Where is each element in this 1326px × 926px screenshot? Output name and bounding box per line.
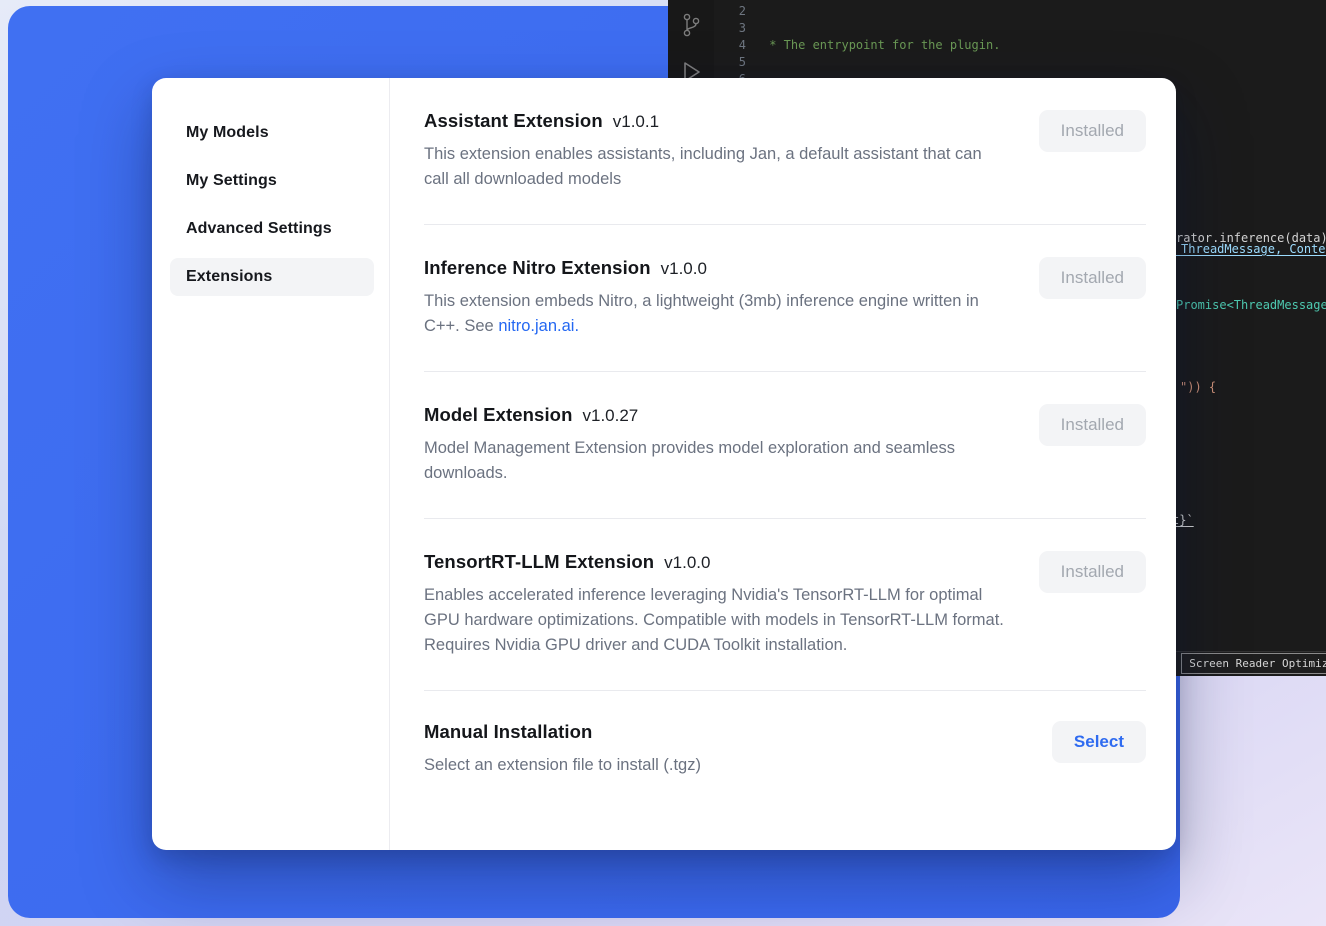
extension-row-tensorrt-llm: TensortRT-LLM Extension v1.0.0 Enables a… — [424, 519, 1146, 691]
installed-button[interactable]: Installed — [1039, 404, 1146, 446]
extension-title: TensortRT-LLM Extension — [424, 551, 654, 573]
select-file-button[interactable]: Select — [1052, 721, 1146, 763]
extension-description: Model Management Extension provides mode… — [424, 436, 1009, 486]
sidebar-item-my-settings[interactable]: My Settings — [170, 162, 374, 200]
nitro-jan-ai-link[interactable]: nitro.jan.ai. — [498, 317, 579, 335]
installed-button[interactable]: Installed — [1039, 551, 1146, 593]
extension-version: v1.0.27 — [583, 406, 639, 426]
line-numbers: 2 3 4 5 6 — [718, 3, 746, 88]
settings-card: My Models My Settings Advanced Settings … — [152, 78, 1176, 850]
desktop: 2 3 4 5 6 * The entrypoint for the plugi… — [0, 0, 1326, 926]
extension-version: v1.0.1 — [613, 112, 659, 132]
manual-installation-row: Manual Installation Select an extension … — [424, 691, 1146, 778]
code-fragment: rator.inference(data)); — [1176, 230, 1326, 247]
manual-installation-description: Select an extension file to install (.tg… — [424, 753, 701, 778]
extension-row-model: Model Extension v1.0.27 Model Management… — [424, 372, 1146, 519]
sidebar-item-advanced-settings[interactable]: Advanced Settings — [170, 210, 374, 248]
extension-description: This extension embeds Nitro, a lightweig… — [424, 289, 1009, 339]
screen-reader-badge[interactable]: Screen Reader Optimize — [1181, 653, 1326, 674]
manual-installation-title: Manual Installation — [424, 721, 592, 743]
installed-button[interactable]: Installed — [1039, 110, 1146, 152]
sidebar-item-extensions[interactable]: Extensions — [170, 258, 374, 296]
code-fragment: Promise<ThreadMessage> — [1176, 297, 1326, 314]
extension-description: This extension enables assistants, inclu… — [424, 142, 1009, 192]
extension-title: Inference Nitro Extension — [424, 257, 651, 279]
extension-version: v1.0.0 — [661, 259, 707, 279]
extension-title: Model Extension — [424, 404, 573, 426]
sidebar-item-my-models[interactable]: My Models — [170, 114, 374, 152]
code-fragment: ")) { — [1180, 379, 1216, 396]
git-branch-icon[interactable] — [680, 12, 702, 43]
extension-row-inference-nitro: Inference Nitro Extension v1.0.0 This ex… — [424, 225, 1146, 372]
extension-title: Assistant Extension — [424, 110, 603, 132]
extension-description: Enables accelerated inference leveraging… — [424, 583, 1009, 658]
extension-row-assistant: Assistant Extension v1.0.1 This extensio… — [424, 110, 1146, 225]
code-line: * The entrypoint for the plugin. — [762, 37, 1326, 54]
extension-version: v1.0.0 — [664, 553, 710, 573]
extensions-panel: Assistant Extension v1.0.1 This extensio… — [390, 78, 1176, 850]
settings-sidebar: My Models My Settings Advanced Settings … — [152, 78, 390, 850]
installed-button[interactable]: Installed — [1039, 257, 1146, 299]
